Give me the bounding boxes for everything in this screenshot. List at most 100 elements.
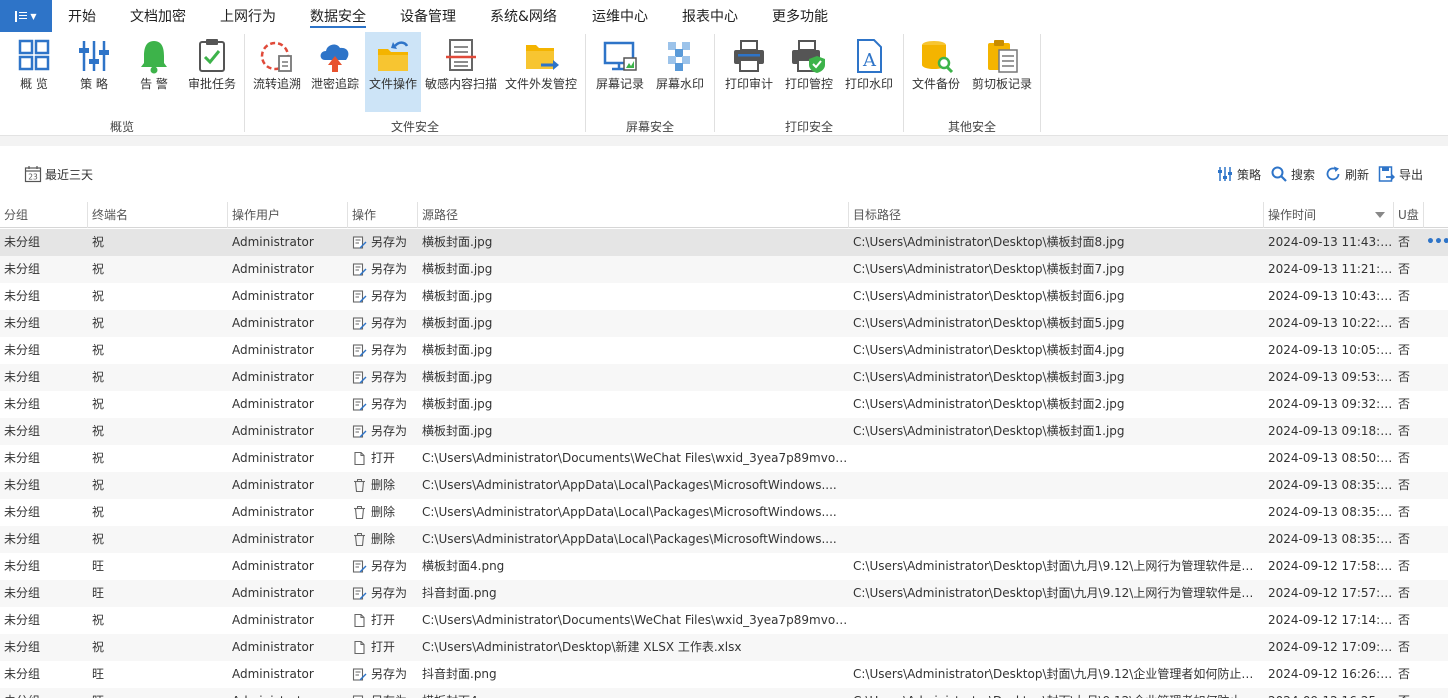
search-button[interactable]: 搜索 <box>1270 164 1315 184</box>
table-row[interactable]: 未分组 祝 Administrator 另存为 横板封面.jpg C:\Users\Adm… <box>0 418 1448 445</box>
table-row[interactable]: 未分组 祝 Administrator 另存为 横板封面.jpg C:\Users\Adm… <box>0 283 1448 310</box>
cell-operation: 另存为 <box>348 580 418 607</box>
cell-operation-time: 2024-09-13 09:53:12 <box>1268 370 1394 384</box>
cell-operation-time: 2024-09-13 09:32:15 <box>1268 397 1394 411</box>
column-header-target-path[interactable]: 目标路径 <box>849 202 1264 228</box>
column-header-operation-time-label: 操作时间 <box>1268 208 1317 222</box>
export-button[interactable]: 导出 <box>1378 164 1423 184</box>
cell-operation-time: 2024-09-13 10:22:14 <box>1268 316 1394 330</box>
cell-operation-time: 2024-09-13 08:50:37 <box>1268 451 1394 465</box>
menu-tab-data-security[interactable]: 数据安全 <box>310 6 366 28</box>
menu-tab-report-center[interactable]: 报表中心 <box>682 6 738 28</box>
open-file-icon <box>354 451 365 466</box>
cell-terminal: 旺 <box>92 667 105 681</box>
ribbon-overview-label: 概 览 <box>20 77 48 91</box>
date-range-filter[interactable]: 23 最近三天 <box>24 164 93 184</box>
more-options-icon[interactable]: ••• <box>1426 235 1448 249</box>
table-row[interactable]: 未分组 祝 Administrator 打开 C:\Users\Administrato… <box>0 445 1448 472</box>
ribbon-flow-trace-button[interactable]: 流转追溯 <box>250 32 304 112</box>
table-row[interactable]: 未分组 祝 Administrator 另存为 横板封面.jpg C:\Users\Adm… <box>0 256 1448 283</box>
table-row[interactable]: 未分组 祝 Administrator 另存为 横板封面.jpg C:\Users\Adm… <box>0 337 1448 364</box>
file-backup-icon <box>922 41 954 74</box>
cell-user: Administrator <box>232 397 314 411</box>
column-header-operation-time[interactable]: 操作时间 <box>1264 202 1394 228</box>
table-row[interactable]: 未分组旺Administrator另存为横板封面4.pngC:\Users\Ad… <box>0 688 1448 698</box>
policy-button[interactable]: 策略 <box>1216 164 1261 184</box>
ribbon-screen-record-button[interactable]: 屏幕记录 <box>593 32 647 112</box>
ribbon-file-backup-button[interactable]: 文件备份 <box>909 32 963 112</box>
cell-usb: 否 <box>1398 532 1411 546</box>
ribbon-clipboard-record-button[interactable]: 剪切板记录 <box>969 32 1035 112</box>
ribbon-sensitive-scan-label: 敏感内容扫描 <box>424 77 497 91</box>
flow-trace-icon <box>260 41 292 72</box>
table-row[interactable]: 未分组 祝 Administrator 另存为 横板封面.jpg C:\Users\Adm… <box>0 391 1448 418</box>
cell-user: Administrator <box>232 613 314 627</box>
cell-terminal: 祝 <box>92 289 105 303</box>
ribbon-file-outgoing-button[interactable]: 文件外发管控 <box>503 32 579 112</box>
table-row[interactable]: 未分组 祝 Administrator 另存为 横板封面.jpg C:\Users\Adm… <box>0 364 1448 391</box>
table-row[interactable]: 未分组 祝 Administrator 另存为 横板封面.jpg C:\Users\Adm… <box>0 310 1448 337</box>
operation-label: 打开 <box>371 451 396 465</box>
table-row[interactable]: 未分组 祝 Administrator 打开 C:\Users\Administrato… <box>0 634 1448 661</box>
ribbon-approval-button[interactable]: 审批任务 <box>186 32 238 112</box>
cell-source-path: 横板封面.jpg <box>422 397 493 411</box>
menu-tab-more[interactable]: 更多功能 <box>772 6 828 28</box>
column-header-group[interactable]: 分组 <box>0 202 88 228</box>
ribbon-print-watermark-button[interactable]: A 打印水印 <box>842 32 896 112</box>
menu-tab-device-mgmt[interactable]: 设备管理 <box>400 6 456 28</box>
menu-tab-ops-center[interactable]: 运维中心 <box>592 6 648 28</box>
calendar-icon: 23 <box>24 166 42 183</box>
cell-usb: 否 <box>1398 262 1411 276</box>
column-header-source-path[interactable]: 源路径 <box>418 202 849 228</box>
cell-source-path: 横板封面.jpg <box>422 316 493 330</box>
cell-operation: 另存为 <box>348 283 418 310</box>
column-header-operation[interactable]: 操作 <box>348 202 418 228</box>
table-row[interactable]: 未分组 祝 Administrator 删除 C:\Users\Administrato… <box>0 526 1448 553</box>
column-header-usb[interactable]: U盘 <box>1394 202 1424 228</box>
search-label: 搜索 <box>1291 167 1316 182</box>
ribbon-print-control-button[interactable]: 打印管控 <box>782 32 836 112</box>
ribbon-policy-button[interactable]: 策 略 <box>72 32 116 112</box>
table-row[interactable]: 未分组 旺 Administrator 另存为 抖音封面.png C:\Users\Adm… <box>0 580 1448 607</box>
cell-usb: 否 <box>1398 640 1411 654</box>
refresh-button[interactable]: 刷新 <box>1324 164 1369 184</box>
ribbon-sensitive-scan-button[interactable]: 敏感内容扫描 <box>423 32 499 112</box>
cell-operation: 删除 <box>348 472 418 499</box>
menu-tab-start[interactable]: 开始 <box>68 6 96 28</box>
ribbon-overview-button[interactable]: 概 览 <box>12 32 56 112</box>
cell-usb: 否 <box>1398 667 1411 681</box>
menu-tab-system-network[interactable]: 系统&网络 <box>490 6 557 28</box>
ribbon-print-audit-button[interactable]: 打印审计 <box>722 32 776 112</box>
leak-trace-icon <box>320 44 349 72</box>
table-row[interactable]: 未分组 祝 Administrator 另存为 横板封面.jpg C:\Users\Adm… <box>0 229 1448 256</box>
menu-tab-web-behavior[interactable]: 上网行为 <box>220 6 276 28</box>
table-row[interactable]: 未分组 祝 Administrator 删除 C:\Users\Administrato… <box>0 472 1448 499</box>
cell-group: 未分组 <box>4 289 41 303</box>
ribbon-leak-trace-button[interactable]: 泄密追踪 <box>308 32 362 112</box>
column-header-user[interactable]: 操作用户 <box>228 202 348 228</box>
ribbon-alarm-button[interactable]: 告 警 <box>132 32 176 112</box>
ribbon-file-operation-button[interactable]: 文件操作 <box>365 32 421 112</box>
table-row[interactable]: 未分组旺Administrator另存为横板封面4.pngC:\Users\Ad… <box>0 553 1448 580</box>
cell-source-path: 横板封面4.png <box>418 688 849 698</box>
cell-target-path: C:\Users\Administrator\Desktop\横板封面2.jpg <box>853 397 1125 411</box>
menu-tab-doc-encrypt[interactable]: 文档加密 <box>130 6 186 28</box>
open-file-icon <box>354 613 365 628</box>
alarm-bell-icon <box>141 41 167 74</box>
app-menu-button[interactable]: ▼ <box>0 0 52 32</box>
cell-terminal: 祝 <box>92 478 105 492</box>
table-row[interactable]: 未分组 祝 Administrator 删除 C:\Users\Administrato… <box>0 499 1448 526</box>
ribbon-screen-watermark-button[interactable]: 屏幕水印 <box>653 32 707 112</box>
cell-user: Administrator <box>232 316 314 330</box>
column-header-terminal[interactable]: 终端名 <box>88 202 228 228</box>
table-row[interactable]: 未分组 祝 Administrator 打开 C:\Users\Administrato… <box>0 607 1448 634</box>
cell-operation-time: 2024-09-13 09:18:41 <box>1268 424 1394 438</box>
delete-icon <box>354 506 365 520</box>
ribbon-divider-band <box>0 136 1448 146</box>
ribbon-policy-label: 策 略 <box>80 77 108 91</box>
ribbon-print-control-label: 打印管控 <box>784 77 833 91</box>
cell-group: 未分组 <box>4 235 41 249</box>
file-operation-icon <box>378 41 409 71</box>
table-row[interactable]: 未分组 旺 Administrator 另存为 抖音封面.png C:\Users\Adm… <box>0 661 1448 688</box>
cell-operation-time: 2024-09-12 17:58:19 <box>1268 559 1394 573</box>
